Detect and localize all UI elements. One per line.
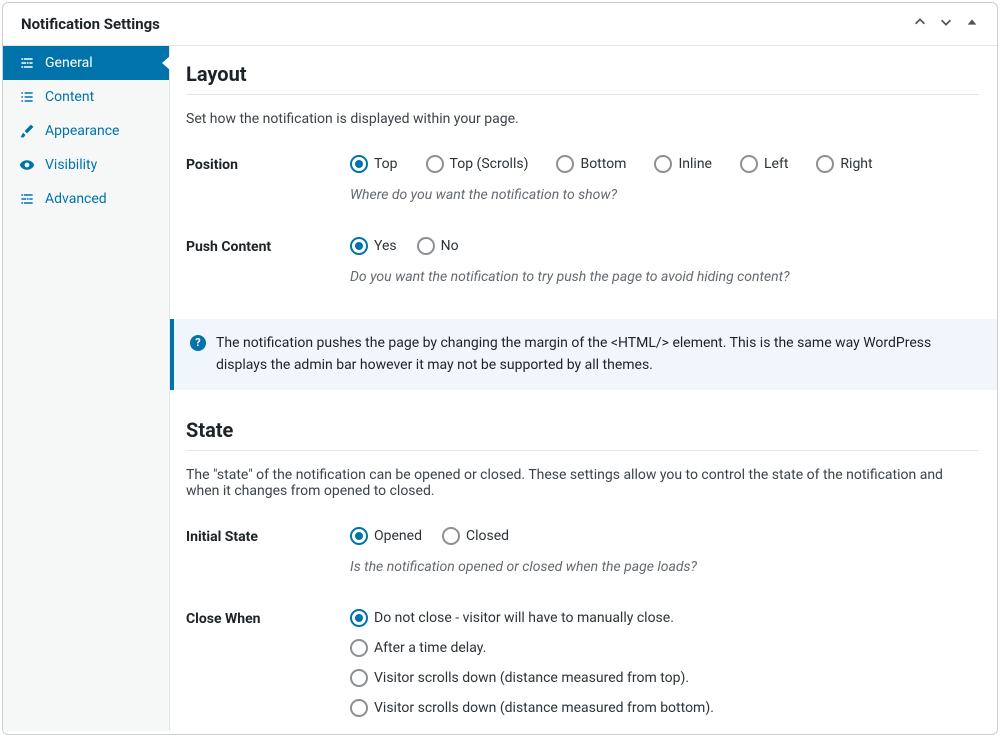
sidebar-item-content[interactable]: Content xyxy=(3,80,169,114)
radio-input[interactable] xyxy=(350,609,368,627)
divider xyxy=(186,94,979,95)
section-desc-state: The "state" of the notification can be o… xyxy=(186,467,979,499)
radio-input[interactable] xyxy=(350,155,368,173)
panel-body: General Content Appearance Visibility Ad… xyxy=(3,46,997,731)
radio-label: Bottom xyxy=(580,156,626,172)
radio-input[interactable] xyxy=(556,155,574,173)
move-up-icon[interactable] xyxy=(913,15,927,33)
radio-label: Opened xyxy=(374,528,422,544)
radio-label: Top (Scrolls) xyxy=(450,156,529,172)
radio-label: No xyxy=(441,238,459,254)
field-position: Position Top Top (Scrolls) Bottom Inline… xyxy=(186,155,979,203)
radio-position-inline[interactable]: Inline xyxy=(654,155,712,173)
radio-close-delay[interactable]: After a time delay. xyxy=(350,639,979,657)
divider xyxy=(186,450,979,451)
info-box-push-content: ? The notification pushes the page by ch… xyxy=(170,319,997,390)
radio-input[interactable] xyxy=(426,155,444,173)
radio-push-yes[interactable]: Yes xyxy=(350,237,397,255)
section-desc-layout: Set how the notification is displayed wi… xyxy=(186,111,979,127)
field-label: Push Content xyxy=(186,237,350,255)
radio-state-closed[interactable]: Closed xyxy=(442,527,509,545)
eye-icon xyxy=(19,157,35,173)
sidebar-item-label: General xyxy=(45,55,93,71)
list-icon xyxy=(19,89,35,105)
radio-input[interactable] xyxy=(417,237,435,255)
collapse-icon[interactable] xyxy=(965,15,979,33)
field-push-content: Push Content Yes No Do you want the noti… xyxy=(186,237,979,285)
section-title-layout: Layout xyxy=(186,62,979,86)
radio-label: Top xyxy=(374,156,398,172)
radio-label: Visitor scrolls down (distance measured … xyxy=(374,700,714,716)
radio-input[interactable] xyxy=(350,699,368,717)
radio-label: Inline xyxy=(678,156,712,172)
sidebar-item-label: Advanced xyxy=(45,191,107,207)
radio-label: After a time delay. xyxy=(374,640,486,656)
sliders-icon xyxy=(19,191,35,207)
content-area: Layout Set how the notification is displ… xyxy=(170,46,997,731)
radio-position-bottom[interactable]: Bottom xyxy=(556,155,626,173)
info-icon: ? xyxy=(190,335,206,351)
radio-input[interactable] xyxy=(654,155,672,173)
radio-close-scroll-bottom[interactable]: Visitor scrolls down (distance measured … xyxy=(350,699,979,717)
radio-close-none[interactable]: Do not close - visitor will have to manu… xyxy=(350,609,979,627)
radio-position-right[interactable]: Right xyxy=(816,155,872,173)
radio-input[interactable] xyxy=(350,669,368,687)
panel-title: Notification Settings xyxy=(21,15,160,33)
radio-label: Left xyxy=(764,156,788,172)
radio-state-opened[interactable]: Opened xyxy=(350,527,422,545)
radio-input[interactable] xyxy=(816,155,834,173)
sidebar-item-visibility[interactable]: Visibility xyxy=(3,148,169,182)
sidebar-item-general[interactable]: General xyxy=(3,46,169,80)
radio-label: Closed xyxy=(466,528,509,544)
radio-input[interactable] xyxy=(350,237,368,255)
field-initial-state: Initial State Opened Closed Is the notif… xyxy=(186,527,979,575)
info-text: The notification pushes the page by chan… xyxy=(216,333,979,376)
panel-header: Notification Settings xyxy=(3,3,997,46)
sidebar: General Content Appearance Visibility Ad… xyxy=(3,46,170,731)
sidebar-item-appearance[interactable]: Appearance xyxy=(3,114,169,148)
radio-input[interactable] xyxy=(350,527,368,545)
radio-push-no[interactable]: No xyxy=(417,237,459,255)
field-close-when: Close When Do not close - visitor will h… xyxy=(186,609,979,717)
move-down-icon[interactable] xyxy=(939,15,953,33)
radio-label: Right xyxy=(840,156,872,172)
radio-input[interactable] xyxy=(442,527,460,545)
sliders-icon xyxy=(19,55,35,71)
radio-close-scroll-top[interactable]: Visitor scrolls down (distance measured … xyxy=(350,669,979,687)
radio-input[interactable] xyxy=(350,639,368,657)
field-hint: Where do you want the notification to sh… xyxy=(350,187,979,203)
sidebar-item-label: Content xyxy=(45,89,94,105)
radio-label: Yes xyxy=(374,238,397,254)
sidebar-item-label: Visibility xyxy=(45,157,97,173)
settings-panel: Notification Settings General Content Ap… xyxy=(2,2,998,735)
sidebar-item-label: Appearance xyxy=(45,123,119,139)
field-hint: Is the notification opened or closed whe… xyxy=(350,559,979,575)
brush-icon xyxy=(19,123,35,139)
radio-input[interactable] xyxy=(740,155,758,173)
field-hint: Do you want the notification to try push… xyxy=(350,269,979,285)
radio-position-top-scrolls[interactable]: Top (Scrolls) xyxy=(426,155,529,173)
radio-label: Visitor scrolls down (distance measured … xyxy=(374,670,689,686)
field-label: Position xyxy=(186,155,350,173)
sidebar-item-advanced[interactable]: Advanced xyxy=(3,182,169,216)
panel-controls xyxy=(913,15,979,33)
radio-position-top[interactable]: Top xyxy=(350,155,398,173)
section-title-state: State xyxy=(186,418,979,442)
radio-position-left[interactable]: Left xyxy=(740,155,788,173)
radio-label: Do not close - visitor will have to manu… xyxy=(374,610,674,626)
field-label: Close When xyxy=(186,609,350,627)
field-label: Initial State xyxy=(186,527,350,545)
